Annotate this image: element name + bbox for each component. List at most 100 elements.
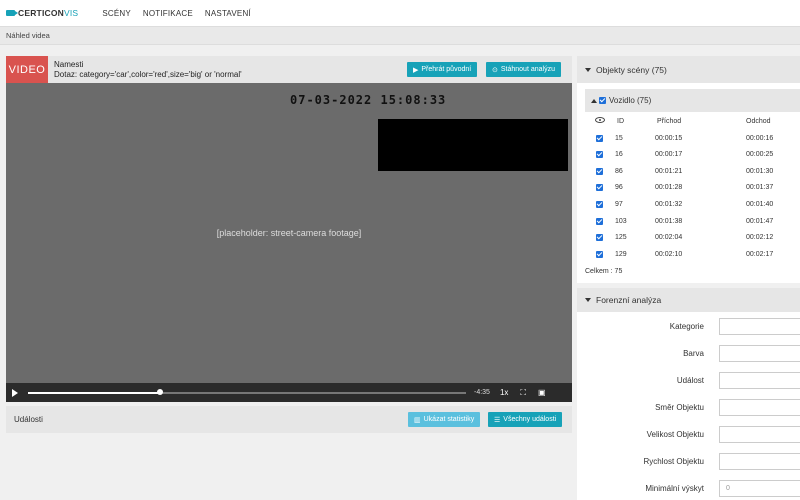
video-badge: VIDEO xyxy=(6,56,48,83)
row-checkbox[interactable] xyxy=(596,200,603,208)
row-id: 15 xyxy=(615,134,623,142)
row-id: 96 xyxy=(615,184,623,192)
row-arrival: 00:00:15 xyxy=(655,134,683,142)
table-row[interactable]: 103 00:01:38 00:01:47 xyxy=(585,214,800,231)
play-icon[interactable] xyxy=(12,388,18,397)
row-checkbox[interactable] xyxy=(596,134,603,142)
show-statistics-button[interactable]: ▥ Ukázat statistiky xyxy=(408,412,481,427)
row-arrival: 00:00:17 xyxy=(655,151,683,159)
play-original-label: Přehrát původní xyxy=(421,66,472,73)
events-bar: Události ▥ Ukázat statistiky ☰ Všechny u… xyxy=(6,406,572,433)
objects-table: ID Příchod Odchod 15 00:00:15 00:00:16 1… xyxy=(585,114,800,263)
objects-total: Celkem : 75 xyxy=(585,268,623,275)
rychlost-objektu-field[interactable] xyxy=(719,453,800,470)
picture-in-picture-icon[interactable]: ▣ xyxy=(538,388,546,397)
row-id: 125 xyxy=(615,234,627,242)
row-checkbox[interactable] xyxy=(596,234,603,242)
row-id: 16 xyxy=(615,151,623,159)
column-header-id: ID xyxy=(617,118,624,125)
table-row[interactable]: 125 00:02:04 00:02:12 xyxy=(585,230,800,247)
field-label: Velikost Objektu xyxy=(646,430,704,439)
row-checkbox[interactable] xyxy=(596,167,603,175)
forensic-analysis-header[interactable]: Forenzní analýza xyxy=(577,288,800,312)
table-header-row: ID Příchod Odchod xyxy=(585,114,800,131)
row-id: 97 xyxy=(615,200,623,208)
camera-icon xyxy=(6,10,18,16)
row-arrival: 00:02:04 xyxy=(655,234,683,242)
video-title: Namesti xyxy=(54,59,84,69)
scene-objects-panel: Vozidlo (75) ID Příchod Odchod 15 00:00:… xyxy=(577,83,800,283)
row-checkbox[interactable] xyxy=(596,151,603,159)
play-original-button[interactable]: ▶ Přehrát původní xyxy=(407,62,478,77)
forensic-analysis-panel: Kategorie Barva Událost Směr Objektu Vel… xyxy=(577,312,800,500)
vehicle-group-checkbox[interactable] xyxy=(599,97,606,104)
forensic-analysis-title: Forenzní analýza xyxy=(596,295,662,305)
redaction-box xyxy=(378,119,568,171)
scene-objects-header[interactable]: Objekty scény (75) xyxy=(577,56,800,83)
video-player[interactable]: [placeholder: street-camera footage] 07-… xyxy=(6,83,572,402)
brand-name-part1: CERTICON xyxy=(18,8,64,18)
table-row[interactable]: 96 00:01:28 00:01:37 xyxy=(585,180,800,197)
show-statistics-label: Ukázat statistiky xyxy=(423,416,475,423)
brand-name-part2: VIS xyxy=(64,8,79,18)
video-meta: Namesti Dotaz: category='car',color='red… xyxy=(54,60,242,80)
download-icon: ⊙ xyxy=(492,66,498,74)
row-id: 86 xyxy=(615,167,623,175)
field-label: Minimální výskyt xyxy=(645,484,704,493)
seek-progress xyxy=(28,391,160,394)
video-panel: VIDEO Namesti Dotaz: category='car',colo… xyxy=(6,56,572,402)
row-departure: 00:02:12 xyxy=(746,234,774,242)
nav-item-sceny[interactable]: SCÉNY xyxy=(102,9,131,18)
fullscreen-icon[interactable]: ⛶ xyxy=(520,388,526,398)
kategorie-field[interactable] xyxy=(719,318,800,335)
breadcrumb: Náhled videa xyxy=(0,27,800,45)
forensic-row-udalost: Událost xyxy=(577,372,800,390)
column-header-arrival: Příchod xyxy=(657,118,682,125)
row-checkbox[interactable] xyxy=(596,217,603,225)
nav-item-nastaveni[interactable]: NASTAVENÍ xyxy=(205,9,251,18)
smer-objektu-field[interactable] xyxy=(719,399,800,416)
column-header-departure: Odchod xyxy=(746,118,771,125)
all-events-button[interactable]: ☰ Všechny události xyxy=(488,412,563,427)
row-departure: 00:02:17 xyxy=(746,250,774,258)
play-icon: ▶ xyxy=(413,66,419,74)
list-icon: ☰ xyxy=(494,416,501,424)
forensic-row-rychlost: Rychlost Objektu xyxy=(577,453,800,471)
nav-item-notifikace[interactable]: NOTIFIKACE xyxy=(143,9,193,18)
barva-field[interactable] xyxy=(719,345,800,362)
udalost-field[interactable] xyxy=(719,372,800,389)
seek-handle[interactable] xyxy=(157,388,163,395)
chevron-up-icon[interactable] xyxy=(591,98,597,103)
video-overlay-timestamp: 07-03-2022 15:08:33 xyxy=(290,93,447,107)
download-analysis-label: Stáhnout analýzu xyxy=(500,66,555,73)
chevron-down-icon xyxy=(585,298,591,302)
field-label: Rychlost Objektu xyxy=(643,457,704,466)
brand-logo[interactable]: CERTICON VIS xyxy=(6,8,78,18)
table-row[interactable]: 16 00:00:17 00:00:25 xyxy=(585,147,800,164)
eye-icon[interactable] xyxy=(595,117,605,123)
table-row[interactable]: 97 00:01:32 00:01:40 xyxy=(585,197,800,214)
forensic-row-barva: Barva xyxy=(577,345,800,363)
forensic-row-smer: Směr Objektu xyxy=(577,399,800,417)
download-analysis-button[interactable]: ⊙ Stáhnout analýzu xyxy=(486,62,561,77)
velikost-objektu-field[interactable] xyxy=(719,426,800,443)
row-checkbox[interactable] xyxy=(596,250,603,258)
speed-button[interactable]: 1x xyxy=(500,388,508,397)
row-arrival: 00:01:28 xyxy=(655,184,683,192)
forensic-row-min-vyskyt: Minimální výskyt 0 xyxy=(577,480,800,498)
table-row[interactable]: 129 00:02:10 00:02:17 xyxy=(585,247,800,264)
field-label: Událost xyxy=(676,376,704,385)
table-row[interactable]: 15 00:00:15 00:00:16 xyxy=(585,131,800,148)
seek-bar[interactable] xyxy=(28,388,466,395)
table-row[interactable]: 86 00:01:21 00:01:30 xyxy=(585,164,800,181)
row-departure: 00:01:40 xyxy=(746,200,774,208)
minimalni-vyskyt-field[interactable]: 0 xyxy=(719,480,800,497)
bar-chart-icon: ▥ xyxy=(414,416,421,424)
row-departure: 00:00:16 xyxy=(746,134,774,142)
row-checkbox[interactable] xyxy=(596,184,603,192)
vehicle-group-header[interactable]: Vozidlo (75) xyxy=(585,89,800,112)
all-events-label: Všechny události xyxy=(503,416,557,423)
chevron-down-icon xyxy=(585,67,591,72)
row-arrival: 00:01:21 xyxy=(655,167,683,175)
row-departure: 00:01:47 xyxy=(746,217,774,225)
